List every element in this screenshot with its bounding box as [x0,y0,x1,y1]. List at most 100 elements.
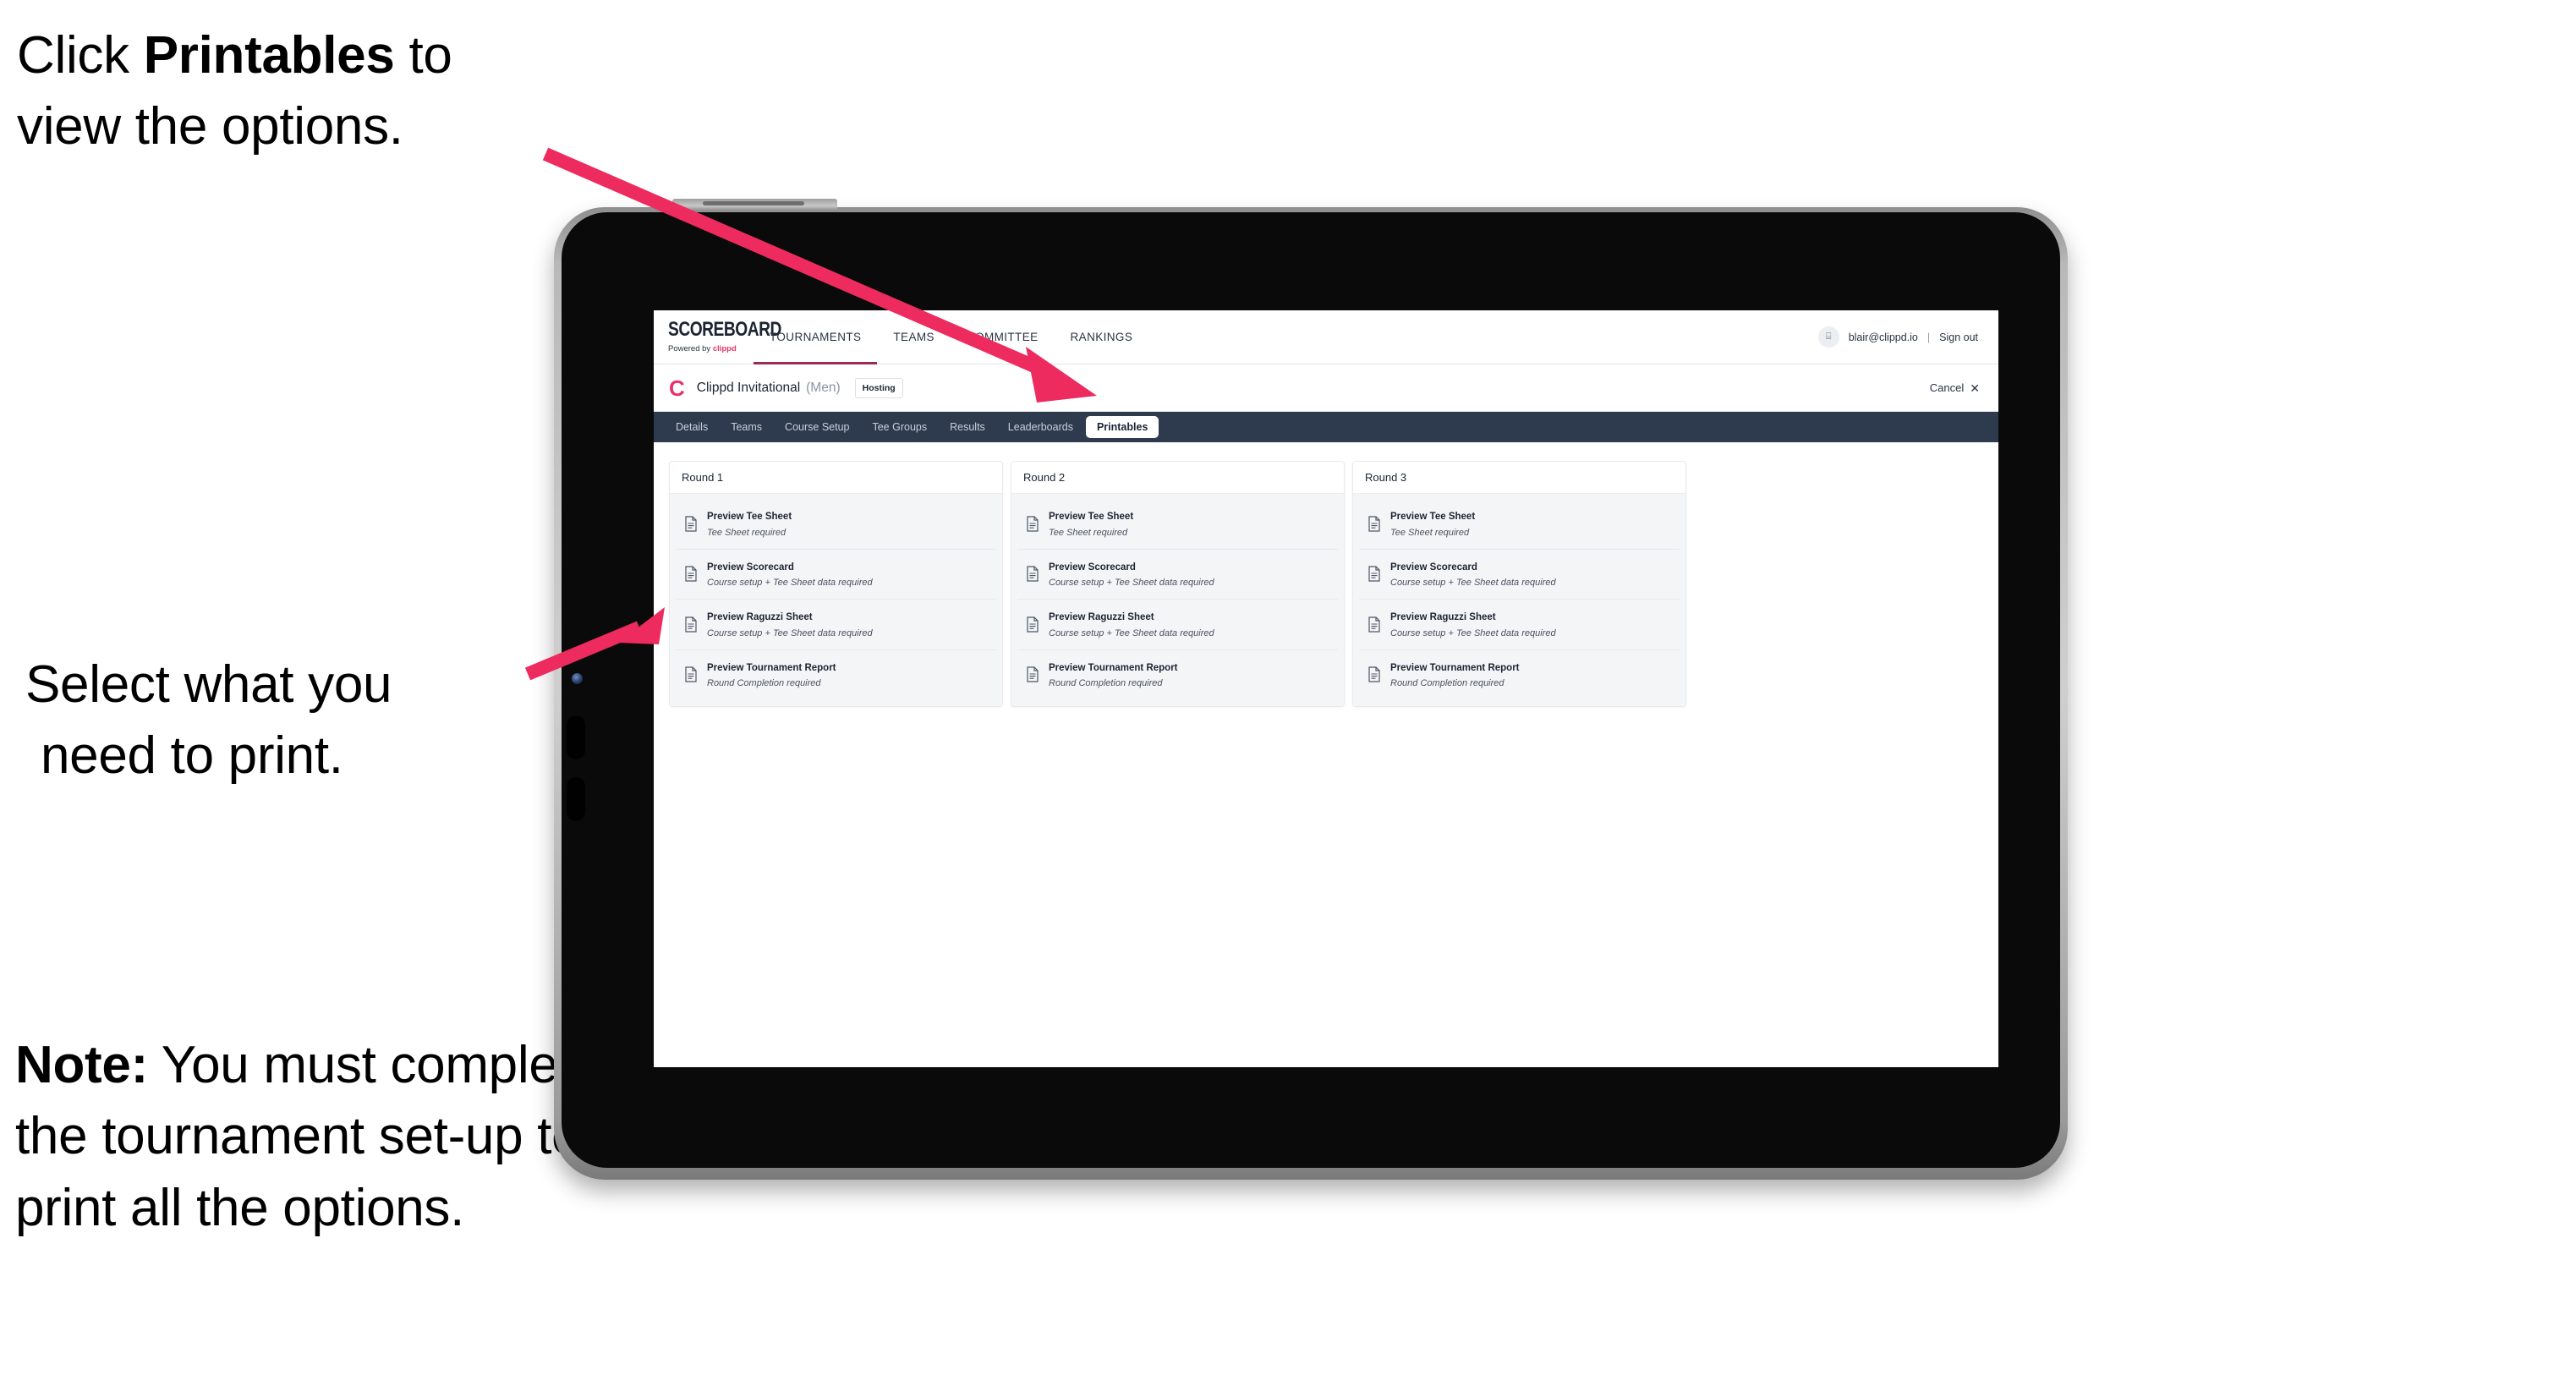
list-item-subtitle: Course setup + Tee Sheet data required [707,627,873,638]
list-item[interactable]: Preview Raguzzi Sheet Course setup + Tee … [676,600,996,650]
list-item-subtitle: Course setup + Tee Sheet data required [707,578,873,589]
callout-click-line2: view the options. [17,97,403,156]
list-item-title: Preview Scorecard [707,562,794,572]
clippd-logo-icon: C [669,375,685,401]
list-item-title: Preview Raguzzi Sheet [1390,612,1496,623]
tablet-speaker-grille [672,199,837,211]
list-item-subtitle: Tee Sheet required [707,527,787,538]
list-item[interactable]: Preview Raguzzi Sheet Course setup + Tee … [1017,600,1338,650]
round-card: Round 2 Preview Tee Sheet Tee Sheet requi… [1011,461,1345,708]
logo-tagline: Powered by clippd [668,344,754,353]
tab-label-leaderboards: Leaderboards [1007,421,1073,433]
tournament-name: Clippd Invitational [696,380,801,395]
list-item[interactable]: Preview Tournament Report Round Completio… [1359,649,1680,700]
callout-select-line1: Select what you [25,655,392,714]
list-item[interactable]: Preview Tournament Report Round Completio… [676,649,996,700]
callout-click-suffix: to [394,26,452,85]
document-icon [1367,616,1381,633]
list-item[interactable]: Preview Scorecard Course setup + Tee Shee… [1017,549,1338,600]
list-item-subtitle: Tee Sheet required [1049,527,1128,538]
close-icon: ✕ [1970,381,1980,395]
list-item-title: Preview Tournament Report [707,662,836,673]
tournament-gender: (Men) [806,380,841,395]
scoreboard-logo[interactable]: SCOREBOARD Powered by clippd [654,310,781,364]
list-item[interactable]: Preview Raguzzi Sheet Course setup + Tee … [1359,600,1680,650]
tab-label-tee-groups: Tee Groups [872,421,928,433]
list-item-title: Preview Raguzzi Sheet [707,612,813,623]
user-avatar-icon[interactable]: ⌸ [1817,326,1839,348]
tab-label-teams: Teams [731,421,763,433]
list-item-title: Preview Tee Sheet [1049,512,1134,522]
tab-label-details: Details [676,421,709,433]
list-item[interactable]: Preview Tee Sheet Tee Sheet required [676,499,996,550]
topnav-item-tournaments[interactable]: TOURNAMENTS [754,310,878,364]
volume-up-button[interactable] [567,715,585,759]
separator: | [1927,331,1931,343]
list-item-title: Preview Tee Sheet [1390,512,1476,522]
document-icon [1026,666,1039,682]
status-badge-hosting: Hosting [854,377,903,398]
avatar-glyph: ⌸ [1825,331,1832,342]
round-card-items: Preview Tee Sheet Tee Sheet required Prev… [670,494,1002,707]
document-icon [1026,616,1039,633]
tab-label-printables: Printables [1096,421,1148,433]
list-item[interactable]: Preview Scorecard Course setup + Tee Shee… [676,549,996,600]
tab-label-course-setup: Course Setup [785,421,850,433]
tablet-device: SCOREBOARD Powered by clippd TOURNAMENTS… [554,199,2068,1180]
document-icon [684,566,698,582]
tab-tee-groups[interactable]: Tee Groups [862,416,937,438]
round-card-items: Preview Tee Sheet Tee Sheet required Prev… [1011,494,1344,707]
sign-out-link[interactable]: Sign out [1939,331,1978,343]
tab-results[interactable]: Results [940,416,995,438]
top-navigation-bar: SCOREBOARD Powered by clippd TOURNAMENTS… [654,310,1998,364]
tab-leaderboards[interactable]: Leaderboards [998,416,1083,438]
list-item[interactable]: Preview Tournament Report Round Completio… [1017,649,1338,700]
list-item[interactable]: Preview Scorecard Course setup + Tee Shee… [1359,549,1680,600]
tab-details[interactable]: Details [666,416,718,438]
list-item-title: Preview Scorecard [1049,562,1136,572]
tab-course-setup[interactable]: Course Setup [775,416,859,438]
cancel-label: Cancel [1929,381,1965,394]
round-card: Round 1 Preview Tee Sheet Tee Sheet requi… [669,461,1003,708]
tab-printables[interactable]: Printables [1085,416,1159,438]
topnav-label-committee: COMMITTEE [966,331,1039,343]
list-item-title: Preview Tee Sheet [707,512,792,522]
document-icon [684,666,698,682]
list-item-subtitle: Round Completion required [707,678,821,689]
list-item-subtitle: Course setup + Tee Sheet data required [1049,627,1214,638]
tablet-screen-surround: SCOREBOARD Powered by clippd TOURNAMENTS… [562,212,2060,1168]
logo-wordmark: SCOREBOARD [668,318,781,341]
document-icon [1367,516,1381,532]
document-icon [1026,566,1039,582]
user-email-label: blair@clippd.io [1848,331,1918,343]
list-item-subtitle: Course setup + Tee Sheet data required [1390,578,1556,589]
list-item-subtitle: Tee Sheet required [1390,527,1470,538]
topnav-label-teams: TEAMS [893,331,934,343]
list-item[interactable]: Preview Tee Sheet Tee Sheet required [1017,499,1338,550]
tab-teams[interactable]: Teams [721,416,772,438]
callout-click-bold: Printables [143,26,395,85]
topnav-item-rankings[interactable]: RANKINGS [1055,310,1149,364]
tournament-tab-strip: Details Teams Course Setup Tee Groups Re… [654,412,1998,442]
callout-select-line2: need to print. [41,726,343,786]
list-item-subtitle: Round Completion required [1049,678,1163,689]
callout-select-print: Select what you need to print. [25,649,567,792]
list-item-subtitle: Round Completion required [1390,678,1504,689]
list-item-subtitle: Course setup + Tee Sheet data required [1390,627,1556,638]
round-card: Round 3 Preview Tee Sheet Tee Sheet requi… [1352,461,1686,708]
volume-down-button[interactable] [567,777,585,821]
logo-tagline-prefix: Powered by [668,343,713,353]
tournament-subheader: C Clippd Invitational (Men) Hosting Canc… [654,364,1998,412]
browser-screen: SCOREBOARD Powered by clippd TOURNAMENTS… [654,310,1998,1067]
document-icon [684,616,698,633]
list-item-title: Preview Tournament Report [1049,662,1178,673]
topnav-label-tournaments: TOURNAMENTS [770,331,862,343]
document-icon [1367,566,1381,582]
document-icon [684,516,698,532]
camera-icon [572,673,583,684]
list-item[interactable]: Preview Tee Sheet Tee Sheet required [1359,499,1680,550]
topnav-item-teams[interactable]: TEAMS [877,310,951,364]
cancel-button[interactable]: Cancel ✕ [1930,381,1980,394]
topnav-right-cluster: ⌸ blair@clippd.io | Sign out [1817,310,1998,364]
topnav-item-committee[interactable]: COMMITTEE [951,310,1055,364]
